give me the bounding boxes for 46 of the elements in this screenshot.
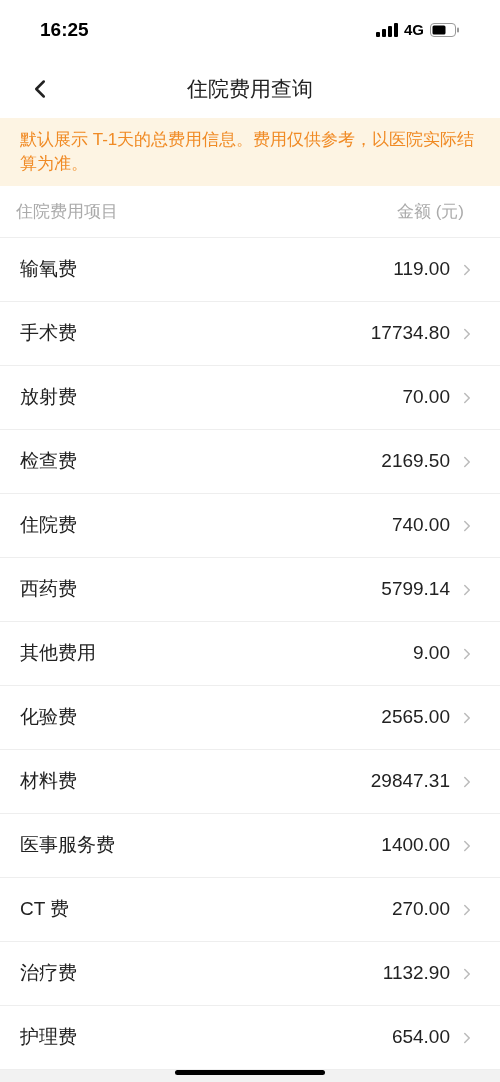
fee-amount: 1400.00	[381, 833, 450, 858]
fee-row[interactable]: 住院费 740.00	[0, 494, 500, 558]
column-header: 金额 (元)	[396, 200, 464, 223]
status-time: 16:25	[40, 17, 89, 42]
fee-item: 治疗费	[20, 961, 77, 986]
page-title: 住院费用查询	[187, 76, 313, 103]
fee-item: CT 费	[20, 897, 70, 922]
fee-row[interactable]: CT 费 270.00	[0, 878, 500, 942]
fee-row[interactable]: 化验费 2565.00	[0, 686, 500, 750]
fee-item: 材料费	[20, 769, 77, 794]
fee-row[interactable]: 输氧费 119.00	[0, 238, 500, 302]
fee-amount: 119.00	[393, 257, 450, 282]
fee-amount: 29847.31	[370, 769, 450, 794]
column-header: 住院费用项目	[16, 200, 118, 223]
network-label: 4G	[404, 19, 424, 40]
fee-item: 检查费	[20, 449, 77, 474]
fee-item: 住院费	[20, 513, 77, 538]
fee-row[interactable]: 放射费 70.00	[0, 366, 500, 430]
fee-item: 西药费	[20, 577, 77, 602]
fee-row[interactable]: 医事服务费 1400.00	[0, 814, 500, 878]
battery-icon	[430, 23, 460, 37]
fee-amount: 654.00	[391, 1025, 450, 1050]
notice-banner: 默认展示 T-1天的总费用信息。费用仅供参考，以医院实际结算为准。	[0, 118, 500, 186]
fee-row[interactable]: 西药费 5799.14	[0, 558, 500, 622]
fee-row[interactable]: 其他费用 9.00	[0, 622, 500, 686]
fee-amount: 17734.80	[370, 321, 450, 346]
fee-item: 手术费	[20, 321, 77, 346]
fee-amount: 1132.90	[382, 961, 450, 986]
fee-row[interactable]: 治疗费 1132.90	[0, 942, 500, 1006]
fee-amount: 70.00	[402, 385, 450, 410]
fee-amount: 270.00	[391, 897, 450, 922]
fee-amount: 9.00	[413, 641, 450, 666]
fee-item: 化验费	[20, 705, 77, 730]
fee-row[interactable]: 检查费 2169.50	[0, 430, 500, 494]
fee-amount: 740.00	[391, 513, 450, 538]
fee-row[interactable]: 材料费 29847.31	[0, 750, 500, 814]
fee-amount: 5799.14	[381, 577, 450, 602]
fee-amount: 2565.00	[381, 705, 450, 730]
fee-item: 医事服务费	[20, 833, 115, 858]
fee-item: 放射费	[20, 385, 77, 410]
fee-item: 输氧费	[20, 257, 77, 282]
fee-row[interactable]: 手术费 17734.80	[0, 302, 500, 366]
fee-amount: 2169.50	[381, 449, 450, 474]
fee-item: 护理费	[20, 1025, 77, 1050]
signal-icon	[376, 23, 398, 37]
fee-item: 其他费用	[20, 641, 96, 666]
